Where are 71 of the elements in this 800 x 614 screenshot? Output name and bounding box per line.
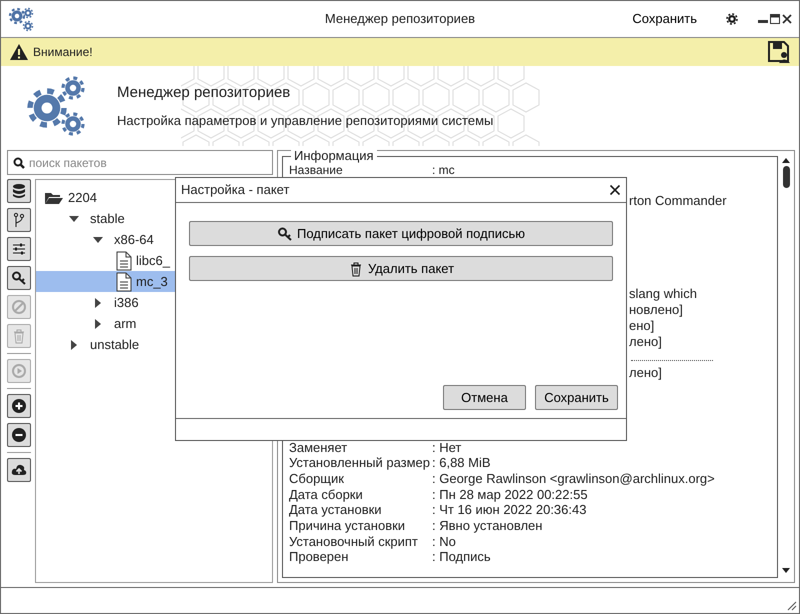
field-value: : 6,88 MiB — [432, 455, 491, 471]
field-value: лено] — [628, 334, 663, 350]
field-value: : Чт 16 июн 2022 20:36:43 — [432, 502, 586, 518]
sliders-icon — [11, 241, 27, 257]
database-icon — [11, 183, 27, 199]
trash-icon — [11, 328, 27, 344]
field-label: Название — [289, 164, 344, 176]
scroll-up-icon[interactable] — [781, 156, 791, 164]
tree-item[interactable]: arm — [36, 313, 272, 334]
gears-icon — [7, 5, 35, 33]
save-button[interactable]: Сохранить — [535, 385, 618, 410]
key-icon — [276, 226, 293, 242]
field-value: : No — [432, 534, 456, 550]
field-label: Заменяет — [289, 440, 348, 456]
close-icon[interactable] — [781, 13, 793, 25]
field-label: Сборщик — [289, 470, 345, 487]
tree-item[interactable]: unstable — [36, 334, 272, 355]
delete-package-button[interactable]: Удалить пакет — [189, 256, 613, 281]
alert-text: Внимание! — [33, 44, 93, 61]
sliders-button[interactable] — [7, 237, 31, 261]
dialog-title: Настройка - пакет — [181, 181, 290, 200]
maximize-icon[interactable] — [769, 13, 781, 25]
search-field[interactable]: поиск пакетов — [7, 150, 273, 175]
minus-button[interactable] — [7, 423, 31, 447]
settings-icon[interactable] — [725, 12, 739, 26]
plus-button[interactable] — [7, 394, 31, 418]
cloud-upload-button[interactable] — [7, 458, 31, 482]
cancel-button[interactable]: Отмена — [443, 385, 526, 410]
panel-legend: Информация — [291, 149, 377, 163]
field-value: : Пн 28 мар 2022 00:22:55 — [432, 486, 588, 502]
field-value: : mc — [432, 164, 455, 176]
field-value: : Явно установлен — [432, 518, 542, 534]
field-label: Установленный размер — [289, 455, 432, 471]
field-label: Проверен — [289, 549, 350, 565]
field-value: : Нет — [432, 440, 462, 456]
scroll-thumb[interactable] — [782, 166, 790, 188]
scroll-down-icon[interactable] — [781, 567, 791, 575]
save-button[interactable]: Сохранить — [632, 9, 697, 29]
ban-icon — [11, 299, 27, 315]
field-value: ено] — [628, 318, 656, 334]
play-icon — [11, 363, 27, 379]
field-value: slang which — [628, 286, 698, 302]
cloud-upload-icon — [11, 462, 27, 478]
close-icon[interactable] — [609, 184, 621, 196]
field-value: лено] — [628, 365, 663, 381]
key-button[interactable] — [7, 266, 31, 290]
plus-icon — [11, 398, 27, 414]
field-label: Дата установки — [289, 502, 383, 518]
minus-icon — [11, 427, 27, 443]
resize-grip-icon[interactable] — [785, 599, 797, 611]
window-title: Менеджер репозиториев — [324, 11, 476, 26]
warning-icon — [9, 43, 29, 61]
field-label: Дата сборки — [289, 486, 364, 502]
save-user-icon[interactable] — [767, 40, 791, 64]
field-value: : George Rawlinson <grawlinson@archlinux.org> — [432, 470, 715, 487]
field-value: rton Commander — [628, 193, 728, 209]
field-label: Причина установки — [289, 518, 406, 534]
field-value: : Подпись — [432, 549, 491, 565]
branch-button[interactable] — [7, 208, 31, 232]
header-title: Менеджер репозиториев — [117, 83, 292, 103]
document-icon — [116, 250, 132, 270]
key-icon — [11, 270, 27, 286]
field-label: Установочный скрипт — [289, 534, 419, 550]
header-subtitle: Настройка параметров и управление репозиториями системы — [117, 112, 494, 130]
tree-item[interactable]: i386 — [36, 292, 272, 313]
field-value: новлено] — [628, 302, 684, 318]
search-icon — [13, 157, 25, 169]
document-icon — [116, 272, 132, 292]
sign-package-button[interactable]: Подписать пакет цифровой подписью — [189, 221, 613, 246]
database-button[interactable] — [7, 179, 31, 203]
branch-icon — [11, 212, 27, 228]
